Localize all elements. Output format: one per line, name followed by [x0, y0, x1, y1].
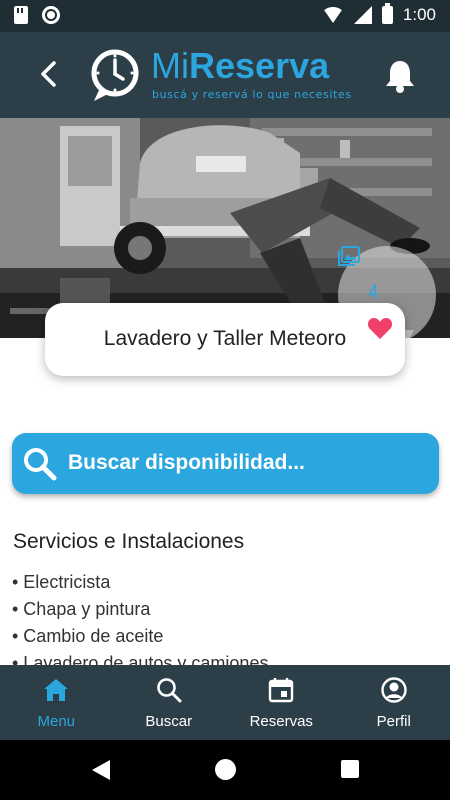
search-icon — [24, 448, 57, 481]
nav-item-menu[interactable]: Menu — [0, 665, 113, 740]
services-list: • Electricista • Chapa y pintura • Cambi… — [12, 569, 432, 665]
home-icon — [44, 679, 69, 701]
wifi-icon — [321, 7, 344, 23]
photo-count: 4 — [368, 282, 379, 303]
app-header: MiReserva buscá y reservá lo que necesit… — [0, 32, 450, 118]
logo-text: MiReserva — [151, 46, 329, 86]
notifications-button[interactable] — [384, 58, 416, 94]
heart-icon — [368, 318, 392, 339]
service-item: • Lavadero de autos y camiones — [12, 653, 269, 665]
gallery-icon — [338, 246, 360, 266]
system-nav-bar — [0, 740, 450, 800]
search-icon — [156, 678, 182, 703]
nav-label-buscar: Buscar — [145, 713, 193, 730]
signal-icon — [353, 6, 372, 24]
service-item: • Chapa y pintura — [12, 599, 151, 619]
status-time: 1:00 — [402, 5, 436, 24]
app-logo: MiReserva buscá y reservá lo que necesit… — [88, 44, 351, 108]
record-icon — [42, 6, 60, 24]
clock-logo-icon — [91, 49, 139, 101]
status-bar: 1:00 — [0, 0, 450, 32]
calendar-icon — [269, 678, 294, 703]
nav-label-menu: Menu — [37, 713, 76, 730]
nav-label-reservas: Reservas — [249, 713, 313, 730]
arrow-back-icon — [41, 61, 56, 87]
business-card: Lavadero y Taller Meteoro — [45, 303, 405, 376]
logo-text-reserva: Reserva — [189, 45, 330, 86]
sd-card-icon — [14, 6, 28, 24]
services-title: Servicios e Instalaciones — [13, 530, 245, 553]
nav-item-perfil[interactable]: Perfil — [338, 665, 450, 740]
search-availability-button[interactable]: Buscar disponibilidad... — [12, 433, 439, 494]
back-button[interactable] — [30, 54, 70, 94]
system-back-icon[interactable] — [90, 759, 112, 781]
logo-tagline: buscá y reservá lo que necesites — [152, 88, 352, 101]
service-item: • Electricista — [12, 572, 111, 592]
user-icon — [381, 677, 407, 703]
search-availability-label: Buscar disponibilidad... — [68, 451, 305, 474]
nav-item-reservas[interactable]: Reservas — [225, 665, 338, 740]
battery-icon — [381, 3, 393, 24]
bell-icon — [386, 61, 414, 93]
favorite-button[interactable] — [367, 316, 393, 340]
system-recents-icon[interactable] — [341, 760, 359, 778]
service-item: • Cambio de aceite — [12, 626, 164, 646]
bottom-nav: Menu Buscar Reservas Perfil — [0, 665, 450, 740]
logo-text-mi: Mi — [151, 45, 189, 86]
system-home-icon[interactable] — [215, 759, 236, 780]
business-name: Lavadero y Taller Meteoro — [103, 327, 347, 350]
nav-label-perfil: Perfil — [376, 713, 411, 730]
nav-item-buscar[interactable]: Buscar — [113, 665, 226, 740]
